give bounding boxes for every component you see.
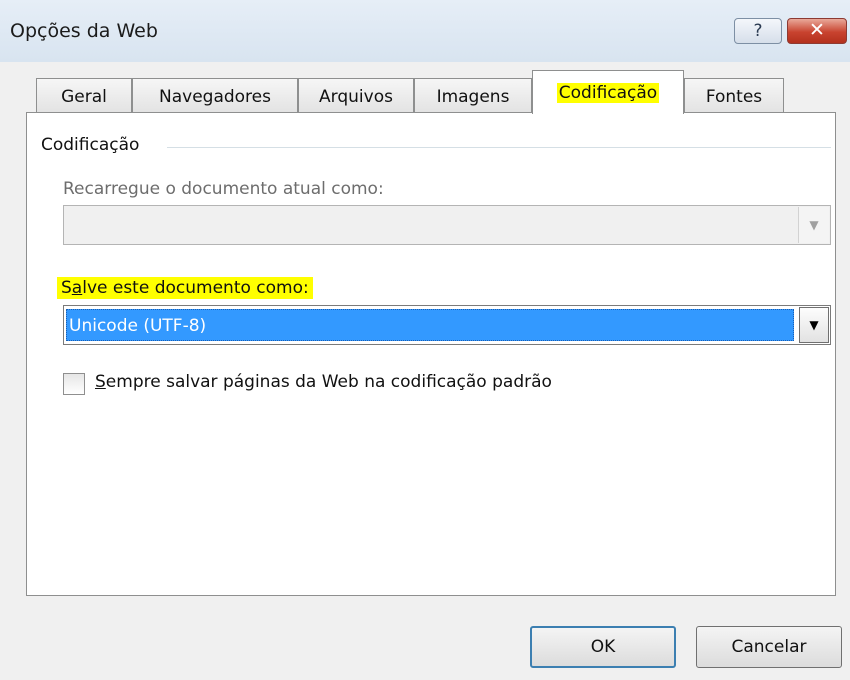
tab-codificacao[interactable]: Codificação (532, 70, 684, 114)
group-title-codificacao: Codificação (41, 135, 148, 155)
tab-arquivos[interactable]: Arquivos (298, 78, 414, 112)
tab-label: Fontes (705, 87, 763, 107)
window-title: Opções da Web (10, 20, 158, 42)
close-icon: ✕ (809, 19, 825, 41)
title-bar[interactable]: Opções da Web ? ✕ (0, 0, 850, 62)
chevron-down-icon: ▼ (798, 207, 829, 243)
reload-as-label: Recarregue o documento atual como: (63, 179, 384, 199)
tab-label-highlighted: Codificação (556, 83, 660, 103)
tab-fontes[interactable]: Fontes (684, 78, 784, 112)
checkbox-label-rest: empre salvar páginas da Web na codificaç… (105, 372, 552, 392)
chevron-down-icon[interactable]: ▼ (799, 307, 829, 343)
tab-panel-codificacao: Codificação Recarregue o documento atual… (26, 112, 836, 596)
save-as-dropdown[interactable]: Unicode (UTF-8) ▼ (63, 305, 831, 345)
help-button[interactable]: ? (734, 18, 782, 44)
reload-as-dropdown: ▼ (63, 205, 831, 245)
ok-button[interactable]: OK (530, 626, 676, 668)
save-label-accelerator: a (71, 278, 83, 298)
save-label-prefix: S (61, 278, 72, 298)
always-save-default-encoding-checkbox[interactable] (63, 373, 85, 395)
tab-geral[interactable]: Geral (36, 78, 132, 112)
save-as-selected-value[interactable]: Unicode (UTF-8) (66, 309, 794, 341)
always-save-default-encoding-label[interactable]: Sempre salvar páginas da Web na codifica… (95, 372, 552, 392)
help-icon: ? (753, 21, 763, 41)
group-divider (167, 147, 831, 148)
close-button[interactable]: ✕ (787, 18, 847, 44)
tab-label: Geral (61, 87, 107, 107)
tab-label: Arquivos (319, 87, 393, 107)
checkbox-label-accelerator: S (95, 372, 106, 392)
tab-imagens[interactable]: Imagens (414, 78, 532, 112)
tab-label: Imagens (436, 87, 510, 107)
web-options-dialog: Opções da Web ? ✕ Geral Navegadores Arqu… (0, 0, 850, 680)
tab-label: Navegadores (159, 87, 271, 107)
tab-navegadores[interactable]: Navegadores (132, 78, 298, 112)
save-as-label: Salve este documento como: (57, 277, 313, 299)
save-label-rest: lve este documento como: (82, 278, 309, 298)
cancel-button[interactable]: Cancelar (696, 626, 842, 668)
